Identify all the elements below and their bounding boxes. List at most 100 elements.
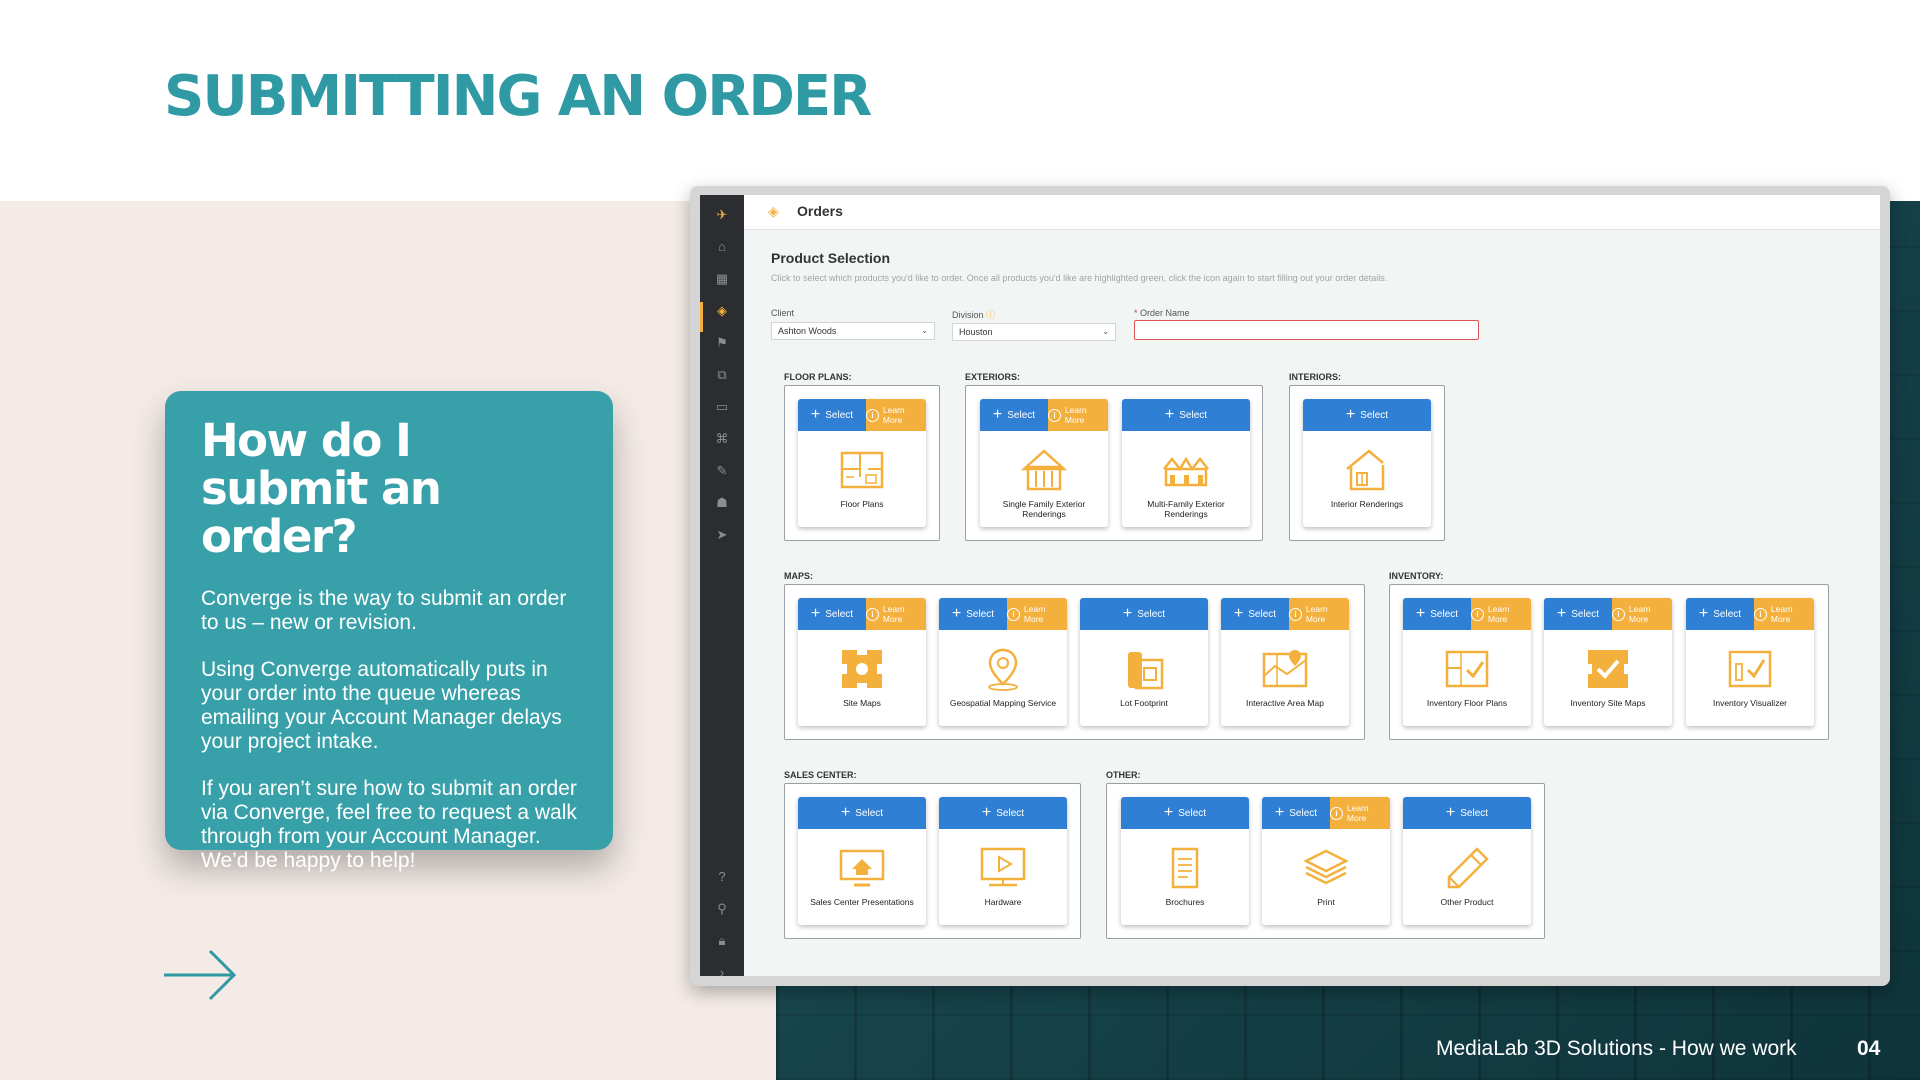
select-button[interactable]: + Select bbox=[798, 598, 866, 630]
plus-icon: + bbox=[810, 605, 821, 622]
info-icon: i bbox=[1289, 607, 1302, 621]
product-card-interior-renderings[interactable]: + Select Interior Renderings bbox=[1303, 399, 1431, 527]
group-label-maps: MAPS: bbox=[784, 571, 813, 581]
help-icon[interactable]: ? bbox=[710, 867, 734, 887]
product-card-interactive-area-map[interactable]: + Select i Learn More Interactive Area Map bbox=[1221, 598, 1349, 726]
select-button[interactable]: + Select bbox=[980, 399, 1048, 431]
learn-more-button[interactable]: i Learn More bbox=[1048, 399, 1108, 431]
product-name: Inventory Site Maps bbox=[1570, 698, 1646, 708]
info-card: How do I submit an order? Converge is th… bbox=[165, 391, 613, 872]
interior-icon bbox=[1346, 449, 1385, 491]
footer-text: MediaLab 3D Solutions - How we work bbox=[1436, 1037, 1797, 1060]
product-card-brochures[interactable]: + Select Brochures bbox=[1121, 797, 1249, 925]
select-button[interactable]: + Select bbox=[939, 797, 1067, 829]
info-paragraph-1: Converge is the way to submit an order t… bbox=[201, 587, 567, 634]
select-button[interactable]: + Select bbox=[1221, 598, 1289, 630]
product-card-inventory-floor-plans[interactable]: + Select i Learn More Inventory Floor Plans bbox=[1403, 598, 1531, 726]
flag-icon[interactable]: ⚑ bbox=[710, 333, 734, 353]
product-name: Geospatial Mapping Service bbox=[949, 698, 1057, 708]
users-icon[interactable]: ☗ bbox=[710, 493, 734, 513]
inventory-floor-plan-icon bbox=[1445, 650, 1489, 688]
community-icon[interactable]: ⌘ bbox=[710, 429, 734, 449]
group-label-floor-plans: FLOOR PLANS: bbox=[784, 372, 852, 382]
product-card-lot-footprint[interactable]: + Select Lot Footprint bbox=[1080, 598, 1208, 726]
learn-more-button[interactable]: i Learn More bbox=[1471, 598, 1531, 630]
lock-icon[interactable]: 🔒︎ bbox=[710, 931, 734, 951]
client-select[interactable]: Ashton Woods ⌄ bbox=[771, 322, 935, 340]
select-label: Select bbox=[1248, 608, 1277, 620]
main-content: Product Selection Click to select which … bbox=[744, 230, 1880, 976]
product-name: Inventory Visualizer bbox=[1712, 698, 1788, 708]
product-card-inventory-visualizer[interactable]: + Select i Learn More Inventory Visualizer bbox=[1686, 598, 1814, 726]
plus-icon: + bbox=[810, 406, 821, 423]
group-label-sales-center: SALES CENTER: bbox=[784, 770, 857, 780]
product-card-sales-center-presentations[interactable]: + Select Sales Center Presentations bbox=[798, 797, 926, 925]
plus-icon: + bbox=[1415, 605, 1426, 622]
product-card-hardware[interactable]: + Select Hardware bbox=[939, 797, 1067, 925]
map-icon[interactable]: ▦ bbox=[710, 269, 734, 289]
monitor-icon[interactable]: ▭ bbox=[710, 397, 734, 417]
org-chart-icon[interactable]: ⧉ bbox=[710, 365, 734, 385]
select-button[interactable]: + Select bbox=[798, 399, 866, 431]
learn-more-button[interactable]: i Learn More bbox=[1612, 598, 1672, 630]
product-card-single-family-exterior[interactable]: + Select i Learn More Single Family Exterio… bbox=[980, 399, 1108, 527]
product-name: Multi-Family Exterior Renderings bbox=[1147, 499, 1225, 519]
slide-title: SUBMITTING AN ORDER bbox=[164, 64, 872, 129]
info-icon: i bbox=[1007, 607, 1020, 621]
info-icon: i bbox=[1754, 607, 1767, 621]
product-card-site-maps[interactable]: + Select i Learn More Site Maps bbox=[798, 598, 926, 726]
select-label: Select bbox=[825, 409, 854, 421]
search-icon[interactable]: ⚲ bbox=[710, 899, 734, 919]
edit-icon[interactable]: ✎ bbox=[710, 461, 734, 481]
order-name-label: Order Name bbox=[1140, 308, 1190, 318]
info-icon[interactable]: ⓘ bbox=[986, 310, 995, 320]
select-button[interactable]: + Select bbox=[1686, 598, 1754, 630]
logo-icon[interactable]: ✈ bbox=[710, 205, 734, 225]
product-card-print[interactable]: + Select i Learn More Print bbox=[1262, 797, 1390, 925]
learn-more-button[interactable]: i Learn More bbox=[1289, 598, 1349, 630]
app-header: ◈ Orders bbox=[744, 195, 1880, 230]
chevron-down-icon: ⌄ bbox=[1102, 327, 1109, 336]
learn-more-label: Learn More bbox=[1023, 604, 1046, 624]
learn-more-button[interactable]: i Learn More bbox=[866, 399, 926, 431]
product-name: Print bbox=[1317, 897, 1335, 907]
product-card-other-product[interactable]: + Select Other Product bbox=[1403, 797, 1531, 925]
select-button[interactable]: + Select bbox=[1303, 399, 1431, 431]
page-number: 04 bbox=[1857, 1037, 1881, 1060]
arrow-right-icon bbox=[164, 949, 237, 1001]
interactive-map-icon bbox=[1262, 650, 1308, 688]
learn-more-button[interactable]: i Learn More bbox=[1007, 598, 1067, 630]
product-card-multi-family-exterior[interactable]: + Select Multi-Family Exterior Renderings bbox=[1122, 399, 1250, 527]
select-button[interactable]: + Select bbox=[1122, 399, 1250, 431]
select-button[interactable]: + Select bbox=[939, 598, 1007, 630]
product-card-geospatial-mapping[interactable]: + Select i Learn More Geospatial Mapping Se… bbox=[939, 598, 1067, 726]
select-button[interactable]: + Select bbox=[1544, 598, 1612, 630]
select-label: Select bbox=[855, 807, 884, 819]
product-card-inventory-site-maps[interactable]: + Select i Learn More Inventory Site Maps bbox=[1544, 598, 1672, 726]
order-name-input[interactable] bbox=[1134, 320, 1479, 340]
select-button[interactable]: + Select bbox=[1403, 797, 1531, 829]
learn-more-label: Learn More bbox=[1770, 604, 1793, 624]
select-button[interactable]: + Select bbox=[1080, 598, 1208, 630]
orders-icon[interactable]: ◈ bbox=[710, 301, 734, 321]
learn-more-button[interactable]: i Learn More bbox=[866, 598, 926, 630]
chevron-right-icon[interactable]: › bbox=[710, 963, 734, 983]
select-label: Select bbox=[825, 608, 854, 620]
app-screenshot: ✈ ⌂ ▦ ◈ ⚑ ⧉ ▭ ⌘ ✎ ☗ ➤ ? ⚲ 🔒︎ › ◈ Orders … bbox=[690, 186, 1890, 986]
learn-more-button[interactable]: i Learn More bbox=[1330, 797, 1390, 829]
send-icon[interactable]: ➤ bbox=[710, 525, 734, 545]
home-icon[interactable]: ⌂ bbox=[710, 237, 734, 257]
select-button[interactable]: + Select bbox=[1262, 797, 1330, 829]
info-icon: i bbox=[1612, 607, 1625, 621]
division-select[interactable]: Houston ⌄ bbox=[952, 323, 1116, 341]
select-button[interactable]: + Select bbox=[1121, 797, 1249, 829]
learn-more-button[interactable]: i Learn More bbox=[1754, 598, 1814, 630]
select-button[interactable]: + Select bbox=[798, 797, 926, 829]
select-button[interactable]: + Select bbox=[1403, 598, 1471, 630]
plus-icon: + bbox=[1163, 804, 1174, 821]
product-card-floor-plans[interactable]: + Select i Learn More Floor Plans bbox=[798, 399, 926, 527]
info-paragraph-2: Using Converge automatically puts in you… bbox=[201, 658, 562, 753]
product-selection-instructions: Click to select which products you'd lik… bbox=[771, 273, 1388, 283]
chevron-down-icon: ⌄ bbox=[921, 326, 928, 335]
presentation-icon bbox=[839, 849, 885, 887]
